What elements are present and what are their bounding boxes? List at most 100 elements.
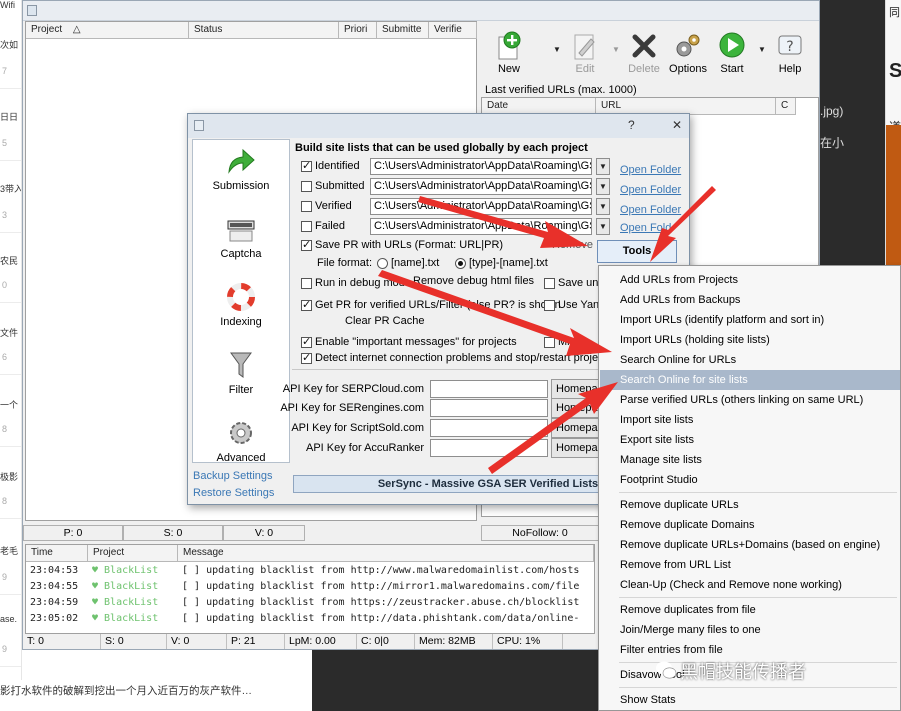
minimize-checkbox[interactable] <box>544 337 555 348</box>
important-messages-checkbox[interactable] <box>301 335 312 348</box>
log-time: 23:04:55 <box>30 581 79 592</box>
menu-item-clean-up-check-and-remove-none-working[interactable]: Clean-Up (Check and Remove none working) <box>600 575 900 595</box>
log-message: [ ] updating blacklist from http://data.… <box>182 613 580 624</box>
menu-item-add-urls-from-projects[interactable]: Add URLs from Projects <box>600 270 900 290</box>
use-yandex-checkbox[interactable] <box>544 300 555 311</box>
close-icon[interactable]: ✕ <box>672 118 682 132</box>
col-log-project[interactable]: Project <box>88 545 178 562</box>
submitted-checkbox[interactable] <box>301 181 312 192</box>
log-table[interactable]: Time Project Message 23:04:53 ♥ BlackLis… <box>25 544 595 634</box>
submitted-path-field[interactable]: C:\Users\Administrator\AppData\Roaming\G… <box>370 178 592 195</box>
help-title-button[interactable]: ? <box>628 118 635 132</box>
verified-checkbox[interactable] <box>301 201 312 212</box>
menu-item-manage-site-lists[interactable]: Manage site lists <box>600 450 900 470</box>
scriptsold-homepage-button[interactable]: Homepa <box>551 418 601 438</box>
menu-item-add-urls-from-backups[interactable]: Add URLs from Backups <box>600 290 900 310</box>
serpcloud-api-field[interactable] <box>430 380 548 398</box>
menu-item-remove-from-url-list[interactable]: Remove from URL List <box>600 555 900 575</box>
menu-item-remove-duplicate-domains[interactable]: Remove duplicate Domains <box>600 515 900 535</box>
col-c[interactable]: C <box>776 98 796 115</box>
edit-button[interactable]: Edit <box>563 25 607 81</box>
clear-pr-cache-button[interactable]: Clear PR Cache <box>345 315 424 327</box>
menu-item-parse-verified-urls-others-linking-on-same-url[interactable]: Parse verified URLs (others linking on s… <box>600 390 900 410</box>
format-name-label: [name].txt <box>391 257 440 269</box>
identified-open-folder-link[interactable]: Open Folder <box>620 164 681 176</box>
nav-submission[interactable]: Submission <box>193 144 289 210</box>
failed-open-folder-link[interactable]: Open Fold <box>620 222 671 234</box>
article-caption[interactable]: 影打水软件的破解到挖出一个月入近百万的灰产软件… <box>0 683 320 703</box>
nav-captcha[interactable]: Captcha <box>193 212 289 278</box>
col-status[interactable]: Status <box>189 22 339 39</box>
nav-filter[interactable]: Filter <box>193 348 289 414</box>
new-dropdown-arrow[interactable]: ▼ <box>553 45 561 54</box>
accuranker-api-field[interactable] <box>430 439 548 457</box>
detect-internet-checkbox[interactable] <box>301 351 312 364</box>
identified-path-field[interactable]: C:\Users\Administrator\AppData\Roaming\G… <box>370 158 592 175</box>
submitted-open-folder-link[interactable]: Open Folder <box>620 184 681 196</box>
menu-item-show-stats[interactable]: Show Stats <box>600 690 900 710</box>
serengines-homepage-button[interactable]: Homepa <box>551 398 601 418</box>
chevron-down-icon[interactable]: ▼ <box>596 218 610 235</box>
help-icon: ? <box>778 35 802 55</box>
menu-item-filter-entries-from-file[interactable]: Filter entries from file <box>600 640 900 660</box>
format-name-radio[interactable] <box>377 258 388 269</box>
remove-debug-html-button[interactable]: Remove debug html files <box>413 275 534 287</box>
verified-open-folder-link[interactable]: Open Folder <box>620 204 681 216</box>
serengines-api-field[interactable] <box>430 399 548 417</box>
failed-path-field[interactable]: C:\Users\Administrator\AppData\Roaming\G… <box>370 218 592 235</box>
dialog-app-icon <box>194 120 204 131</box>
menu-item-join-merge-many-files-to-one[interactable]: Join/Merge many files to one <box>600 620 900 640</box>
restore-settings-link[interactable]: Restore Settings <box>193 487 274 499</box>
menu-item-remove-duplicate-urls[interactable]: Remove duplicate URLs <box>600 495 900 515</box>
last-verified-label: Last verified URLs (max. 1000) <box>485 84 637 96</box>
accuranker-homepage-button[interactable]: Homepa <box>551 438 601 458</box>
format-type-name-radio[interactable] <box>455 258 466 269</box>
article-fragment: 7 <box>2 66 8 76</box>
chevron-down-icon[interactable]: ▼ <box>596 198 610 215</box>
article-separator <box>0 160 21 161</box>
nav-indexing[interactable]: Indexing <box>193 280 289 346</box>
debug-mode-checkbox[interactable] <box>301 278 312 289</box>
col-time[interactable]: Time <box>26 545 88 562</box>
log-time: 23:05:02 <box>30 613 79 624</box>
menu-item-import-urls-holding-site-lists[interactable]: Import URLs (holding site lists) <box>600 330 900 350</box>
menu-item-export-site-lists[interactable]: Export site lists <box>600 430 900 450</box>
edit-dropdown-arrow[interactable]: ▼ <box>612 45 620 54</box>
menu-item-import-site-lists[interactable]: Import site lists <box>600 410 900 430</box>
chevron-down-icon[interactable]: ▼ <box>596 158 610 175</box>
log-time: 23:04:53 <box>30 565 79 576</box>
verified-path-field[interactable]: C:\Users\Administrator\AppData\Roaming\G… <box>370 198 592 215</box>
menu-item-search-online-for-site-lists[interactable]: Search Online for site lists <box>600 370 900 390</box>
col-project[interactable]: Project △ <box>26 22 189 39</box>
article-separator <box>0 374 21 375</box>
get-pr-checkbox[interactable] <box>301 298 312 311</box>
new-button[interactable]: New <box>487 25 531 81</box>
chevron-down-icon[interactable]: ▼ <box>596 178 610 195</box>
menu-item-search-online-for-urls[interactable]: Search Online for URLs <box>600 350 900 370</box>
menu-item-remove-duplicate-urls-domains-based-on-engine[interactable]: Remove duplicate URLs+Domains (based on … <box>600 535 900 555</box>
col-verified[interactable]: Verifie <box>429 22 477 39</box>
sort-asc-icon: △ <box>72 24 81 35</box>
backup-settings-link[interactable]: Backup Settings <box>193 470 273 482</box>
col-message[interactable]: Message <box>178 545 594 562</box>
menu-item-import-urls-identify-platform-and-sort-in[interactable]: Import URLs (identify platform and sort … <box>600 310 900 330</box>
delete-button[interactable]: Delete <box>622 25 666 81</box>
start-button[interactable]: Start <box>710 25 754 81</box>
identified-checkbox[interactable] <box>301 159 312 172</box>
serpcloud-homepage-button[interactable]: Homepa <box>551 379 601 399</box>
scriptsold-api-field[interactable] <box>430 419 548 437</box>
remove-pr-button[interactable]: Remove <box>552 239 593 251</box>
menu-item-footprint-studio[interactable]: Footprint Studio <box>600 470 900 490</box>
start-dropdown-arrow[interactable]: ▼ <box>758 45 766 54</box>
help-button[interactable]: ? Help <box>768 25 812 81</box>
background-text-jpg: .jpg) <box>820 104 844 118</box>
article-fragment: 次如 <box>0 40 19 50</box>
save-pr-checkbox[interactable] <box>301 238 312 251</box>
menu-item-remove-duplicates-from-file[interactable]: Remove duplicates from file <box>600 600 900 620</box>
save-unk-checkbox[interactable] <box>544 278 555 289</box>
tools-button[interactable]: Tools <box>597 240 677 263</box>
options-button[interactable]: Options <box>666 25 710 81</box>
failed-checkbox[interactable] <box>301 221 312 232</box>
col-submitted[interactable]: Submitte <box>377 22 429 39</box>
col-priority[interactable]: Priori <box>339 22 377 39</box>
